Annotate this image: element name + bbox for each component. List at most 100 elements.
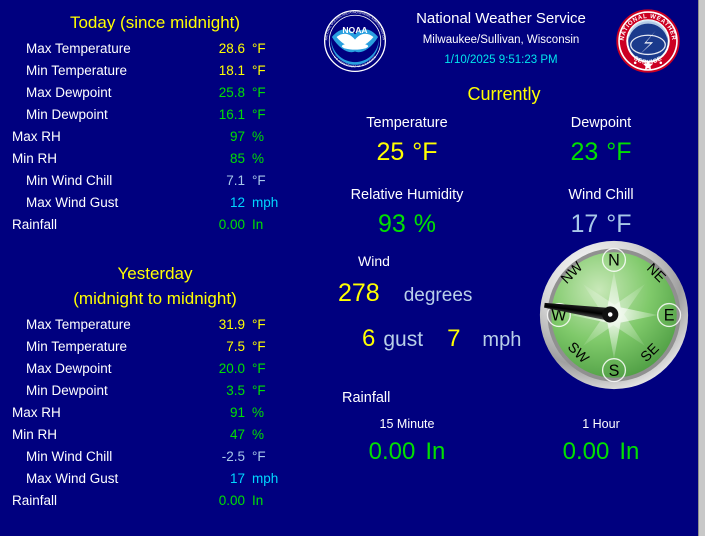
stat-value: -2.5	[221, 449, 245, 464]
stat-value: 0.00	[218, 493, 245, 508]
stat-label: Min Dewpoint	[26, 383, 108, 398]
stat-unit: °F	[252, 361, 266, 376]
yesterday-section-title-line2: (midnight to midnight)	[73, 289, 237, 308]
stat-unit: °F	[252, 107, 266, 122]
current-reading-value: 25 °F	[310, 135, 504, 169]
wind-speed-readout: 6 gust 7 mph	[362, 325, 521, 353]
stat-row: Min Dewpoint 16.1 °F	[0, 107, 310, 129]
stat-unit: °F	[252, 339, 266, 354]
rainfall-amount: 0.00 In	[504, 435, 698, 469]
wind-speed-unit: mph	[482, 329, 522, 351]
rainfall-section: Rainfall 15 Minute 0.00 In 1 Hour 0.00 In	[310, 387, 698, 469]
stat-value: 91	[229, 405, 245, 420]
rainfall-period-label: 1 Hour	[582, 417, 620, 431]
stat-value: 17	[229, 471, 245, 486]
stat-label: Max RH	[12, 405, 61, 420]
stat-unit: %	[252, 151, 265, 166]
stat-value: 28.6	[218, 41, 245, 56]
stat-row: Max RH 97%	[0, 129, 310, 151]
stat-label: Max Wind Gust	[26, 471, 119, 486]
stat-value: 20.0	[218, 361, 245, 376]
currently-heading: Currently	[467, 84, 541, 104]
rainfall-readings: 15 Minute 0.00 In 1 Hour 0.00 In	[310, 413, 698, 469]
stat-unit: °F	[252, 317, 266, 332]
current-reading-value: 23 °F	[504, 135, 698, 169]
wind-heading: Wind	[358, 253, 390, 269]
stat-label: Max Temperature	[26, 317, 131, 332]
vertical-scrollbar[interactable]	[698, 0, 705, 536]
wind-direction-value: 278	[338, 279, 380, 307]
current-reading-label: Relative Humidity	[350, 187, 464, 203]
stat-unit: %	[252, 405, 265, 420]
current-reading-unit: %	[413, 210, 437, 238]
current-reading-number: 23	[570, 138, 599, 166]
stat-value: 31.9	[218, 317, 245, 332]
stat-label: Min RH	[12, 151, 58, 166]
noaa-seal-icon: NOAA NATIONAL OCEANIC AND ATMOSPHERIC AD…	[322, 8, 388, 74]
current-reading-label: Wind Chill	[568, 187, 634, 203]
today-stat-list: Max Temperature 28.6 °F Min Temperature 18.1…	[0, 41, 310, 239]
stat-label: Max Dewpoint	[26, 85, 112, 100]
current-readings-row-bottom: Relative Humidity 93% Wind Chill 17 °F	[310, 183, 698, 241]
wind-gust-label: gust	[383, 328, 424, 351]
current-readings-row-top: Temperature 25 °F Dewpoint 23 °F	[310, 111, 698, 169]
header-text-block: National Weather Service Milwaukee/Sulli…	[388, 8, 614, 70]
svg-text:NOAA: NOAA	[342, 25, 367, 35]
stat-unit: °F	[252, 41, 266, 56]
stat-row: Min Dewpoint 3.5 °F	[0, 383, 310, 405]
compass-label-e: E	[664, 307, 675, 325]
stat-unit: °F	[252, 173, 266, 188]
stat-row: Max Wind Gust 12 mph	[0, 195, 310, 217]
stat-unit: In	[252, 217, 264, 232]
current-reading-cell: Dewpoint 23 °F	[504, 111, 698, 169]
stat-value: 47	[229, 427, 245, 442]
current-reading-label: Temperature	[366, 115, 448, 131]
stat-row: Max Temperature 31.9 °F	[0, 317, 310, 339]
stat-label: Min Wind Chill	[26, 173, 113, 188]
current-reading-number: 93	[377, 210, 406, 238]
stat-label: Min Wind Chill	[26, 449, 113, 464]
stat-value: 7.5	[226, 339, 245, 354]
current-reading-unit: °F	[606, 138, 632, 166]
office-location: Milwaukee/Sullivan, Wisconsin	[422, 34, 580, 46]
stat-unit: °F	[252, 449, 266, 464]
current-reading-cell: Temperature 25 °F	[310, 111, 504, 169]
compass-label-s: S	[609, 362, 620, 380]
wind-gust-value: 7	[447, 325, 461, 352]
weather-display-screen: Today (since midnight) Max Temperature 28…	[0, 0, 698, 536]
stat-value: 16.1	[218, 107, 245, 122]
stat-label: Min RH	[12, 427, 58, 442]
stat-label: Min Temperature	[26, 63, 128, 78]
observation-timestamp: 1/10/2025 9:51:23 PM	[444, 54, 558, 66]
stat-row: Min Temperature 7.5 °F	[0, 339, 310, 361]
stat-row: Min Temperature 18.1 °F	[0, 63, 310, 85]
rainfall-period-label: 15 Minute	[379, 417, 435, 431]
stat-value: 25.8	[218, 85, 245, 100]
stat-unit: %	[252, 129, 265, 144]
stat-unit: %	[252, 427, 265, 442]
stat-value: 18.1	[218, 63, 245, 78]
header: NOAA NATIONAL OCEANIC AND ATMOSPHERIC AD…	[310, 0, 698, 82]
current-reading-cell: Relative Humidity 93%	[310, 183, 504, 241]
current-reading-value: 17 °F	[504, 207, 698, 241]
stat-label: Rainfall	[12, 493, 58, 508]
stat-row: Max Temperature 28.6 °F	[0, 41, 310, 63]
stat-label: Max Temperature	[26, 41, 131, 56]
wind-direction-unit: degrees	[403, 285, 473, 306]
stat-row: Max Dewpoint 25.8 °F	[0, 85, 310, 107]
rainfall-amount-unit: In	[619, 438, 640, 465]
daily-summary-panel: Today (since midnight) Max Temperature 28…	[0, 0, 310, 536]
stat-row: Rainfall 0.00 In	[0, 493, 310, 515]
stat-unit: °F	[252, 85, 266, 100]
stat-label: Max RH	[12, 129, 61, 144]
stat-label: Min Dewpoint	[26, 107, 108, 122]
agency-title: National Weather Service	[416, 10, 586, 27]
stat-value: 0.00	[218, 217, 245, 232]
yesterday-section-title-line1: Yesterday	[117, 264, 193, 283]
stat-value: 85	[229, 151, 245, 166]
current-reading-unit: °F	[412, 138, 438, 166]
current-reading-cell: Wind Chill 17 °F	[504, 183, 698, 241]
stat-label: Max Dewpoint	[26, 361, 112, 376]
stat-value: 12	[229, 195, 245, 210]
rainfall-amount-number: 0.00	[562, 438, 610, 465]
